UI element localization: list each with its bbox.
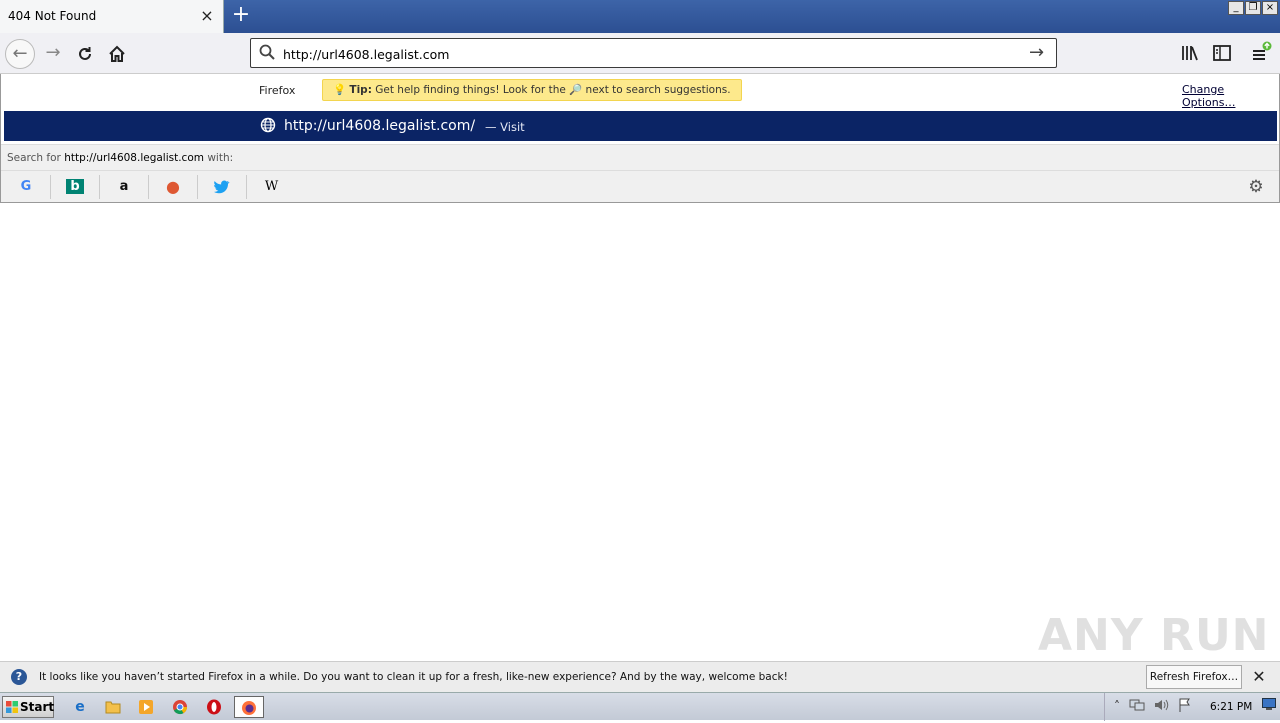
media-player-icon[interactable] bbox=[133, 696, 159, 718]
bing-icon[interactable]: b bbox=[51, 175, 100, 199]
search-tip: 💡 Tip: Get help finding things! Look for… bbox=[322, 79, 742, 101]
globe-icon bbox=[260, 117, 276, 137]
search-for-prefix: Search for bbox=[7, 152, 61, 164]
tab-strip: 404 Not Found × + _ ❐ × bbox=[0, 0, 1280, 33]
search-for-text: Search for http://url4608.legalist.com w… bbox=[7, 152, 233, 164]
sidebar-icon[interactable] bbox=[1210, 41, 1234, 65]
reload-icon[interactable] bbox=[70, 39, 100, 69]
close-window-button[interactable]: × bbox=[1262, 1, 1278, 15]
chrome-icon[interactable] bbox=[167, 696, 193, 718]
tab-title: 404 Not Found bbox=[8, 9, 97, 23]
network-icon[interactable] bbox=[1129, 698, 1145, 714]
file-explorer-icon[interactable] bbox=[100, 696, 126, 718]
internet-explorer-icon[interactable]: e bbox=[67, 696, 93, 718]
result-action: — Visit bbox=[485, 120, 525, 134]
show-desktop-icon[interactable] bbox=[1261, 698, 1277, 714]
back-arrow-icon[interactable]: ← bbox=[5, 39, 35, 69]
forward-arrow-icon[interactable]: → bbox=[38, 39, 68, 69]
url-bar[interactable]: → bbox=[250, 38, 1057, 68]
result-url: http://url4608.legalist.com/ bbox=[284, 118, 476, 134]
question-icon: ? bbox=[11, 669, 27, 685]
search-for-suffix: with: bbox=[207, 152, 234, 164]
lightbulb-icon: 💡 bbox=[333, 84, 347, 96]
dropdown-result-selected[interactable]: http://url4608.legalist.com/ — Visit bbox=[4, 111, 1277, 141]
minimize-button[interactable]: _ bbox=[1228, 1, 1244, 15]
menu-icon[interactable] bbox=[1249, 41, 1273, 65]
notification-bar: ? It looks like you haven’t started Fire… bbox=[0, 661, 1280, 692]
opera-icon[interactable] bbox=[201, 696, 227, 718]
twitter-icon[interactable] bbox=[198, 175, 247, 199]
action-center-flag-icon[interactable] bbox=[1177, 698, 1193, 714]
system-tray: ˄ 6:21 PM bbox=[1104, 693, 1280, 721]
volume-icon[interactable] bbox=[1153, 698, 1169, 714]
tip-text: Get help finding things! Look for the 🔎 … bbox=[375, 84, 731, 96]
google-icon[interactable]: G bbox=[2, 175, 51, 199]
library-icon[interactable] bbox=[1178, 41, 1202, 65]
restore-button[interactable]: ❐ bbox=[1245, 1, 1261, 15]
tab-active[interactable]: 404 Not Found × bbox=[0, 0, 224, 33]
close-icon[interactable]: ✕ bbox=[1250, 667, 1268, 686]
url-dropdown: Firefox 💡 Tip: Get help finding things! … bbox=[0, 74, 1280, 203]
tab-close-icon[interactable]: × bbox=[198, 6, 216, 26]
taskbar: Start e ˄ 6:21 PM bbox=[0, 692, 1280, 721]
gear-icon[interactable]: ⚙ bbox=[1244, 175, 1268, 199]
start-button[interactable]: Start bbox=[2, 696, 54, 718]
firefox-icon[interactable] bbox=[234, 696, 264, 718]
windows-logo-icon bbox=[6, 700, 18, 714]
notification-text: It looks like you haven’t started Firefo… bbox=[39, 671, 788, 683]
firefox-label: Firefox bbox=[259, 84, 296, 97]
url-input[interactable] bbox=[283, 45, 1003, 63]
duckduckgo-icon[interactable]: ● bbox=[149, 175, 198, 199]
search-engines-row: G b a ● W ⚙ bbox=[1, 170, 1279, 202]
watermark: ANY RUN bbox=[1038, 610, 1270, 661]
start-label: Start bbox=[20, 700, 55, 714]
dropdown-header: Firefox 💡 Tip: Get help finding things! … bbox=[1, 74, 1279, 109]
search-for-query: http://url4608.legalist.com bbox=[64, 152, 204, 164]
refresh-firefox-button[interactable]: Refresh Firefox… bbox=[1146, 665, 1242, 689]
go-arrow-icon[interactable]: → bbox=[1029, 42, 1044, 63]
navigation-toolbar: ← → → bbox=[0, 33, 1280, 74]
home-icon[interactable] bbox=[102, 39, 132, 69]
show-hidden-icons-icon[interactable]: ˄ bbox=[1109, 698, 1125, 714]
search-icon bbox=[259, 44, 275, 64]
wikipedia-icon[interactable]: W bbox=[247, 175, 296, 199]
search-for-row: Search for http://url4608.legalist.com w… bbox=[1, 144, 1279, 170]
tip-label: Tip: bbox=[349, 84, 372, 96]
clock[interactable]: 6:21 PM bbox=[1210, 701, 1252, 713]
new-tab-button[interactable]: + bbox=[230, 4, 252, 28]
change-options-link[interactable]: Change Options… bbox=[1182, 83, 1279, 109]
amazon-icon[interactable]: a bbox=[100, 175, 149, 199]
